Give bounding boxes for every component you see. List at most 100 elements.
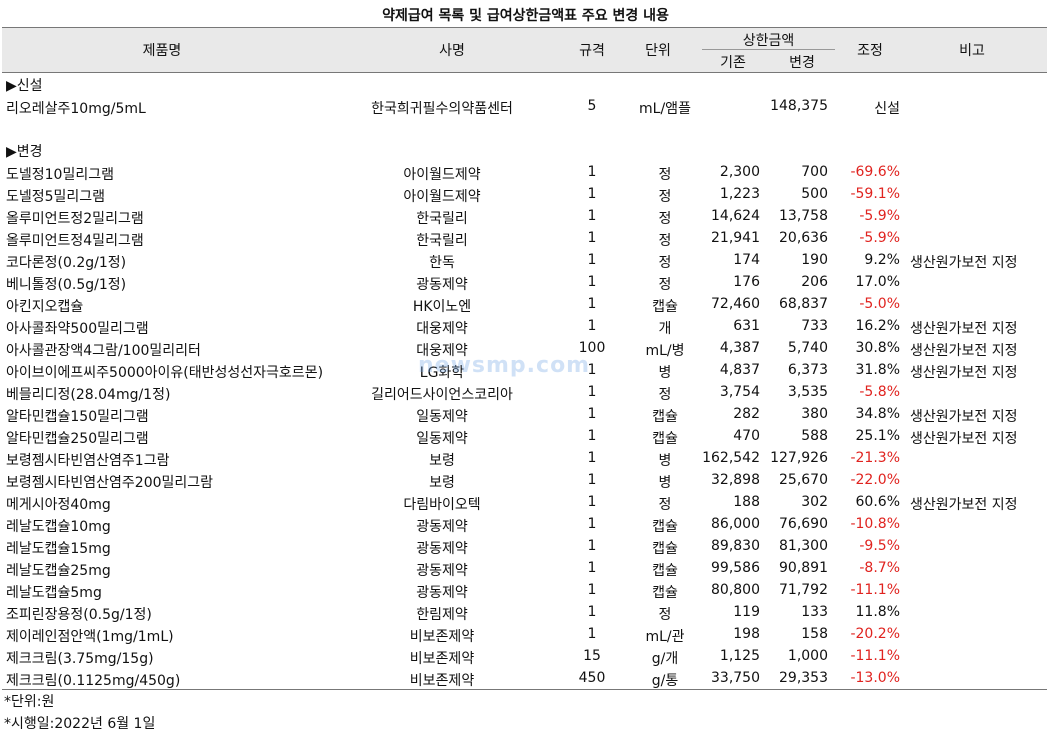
cell-spec: 1 bbox=[587, 626, 597, 642]
cell-old-price: 176 bbox=[733, 274, 760, 290]
table-row: 제크크림(3.75mg/15g) 비보존제약 15 g/개 1,125 1,000 -11.… bbox=[2, 646, 1047, 668]
cell-company: 길리어드사이언스코리아 bbox=[371, 387, 513, 403]
table-row: 코다론정(0.2g/1정) 한독 1 정 174 190 9.2% 생산원가보전 지정 bbox=[2, 250, 1047, 272]
cell-adjustment: 신설 bbox=[874, 101, 900, 117]
cell-product: 아사콜관장액4그람/100밀리리터 bbox=[6, 343, 201, 359]
cell-unit: 정 bbox=[658, 189, 672, 205]
cell-spec: 1 bbox=[587, 296, 597, 312]
cell-unit: 캡슐 bbox=[652, 541, 678, 557]
cell-note: 생산원가보전 지정 bbox=[910, 321, 1018, 337]
table-row: 리오레살주10mg/5mL 한국희귀필수의약품센터 5 mL/앰플 148,375 신설 bbox=[2, 96, 1047, 118]
cell-old-price: 162,542 bbox=[702, 450, 760, 466]
cell-product: 올루미언트정2밀리그램 bbox=[6, 211, 144, 227]
cell-old-price: 4,837 bbox=[719, 362, 760, 378]
cell-company: 비보존제약 bbox=[409, 629, 475, 645]
cell-spec: 1 bbox=[587, 274, 597, 290]
table-header: 제품명 사명 규격 단위 상한금액 기존 변경 조정 비고 bbox=[2, 27, 1047, 73]
cell-unit: 캡슐 bbox=[652, 563, 678, 579]
cell-spec: 1 bbox=[587, 604, 597, 620]
cell-company: 비보존제약 bbox=[409, 673, 475, 689]
cell-old-price: 80,800 bbox=[711, 582, 760, 598]
cell-spec: 1 bbox=[587, 186, 597, 202]
cell-product: 레날도캡슐25mg bbox=[6, 563, 111, 579]
cell-adjustment: -5.9% bbox=[859, 208, 900, 224]
cell-company: 광동제약 bbox=[416, 519, 468, 535]
cell-unit: 정 bbox=[658, 167, 672, 183]
cell-spec: 1 bbox=[587, 538, 597, 554]
cell-adjustment: -21.3% bbox=[850, 450, 900, 466]
header-old: 기존 bbox=[720, 55, 746, 71]
cell-spec: 1 bbox=[587, 428, 597, 444]
cell-new-price: 68,837 bbox=[779, 296, 828, 312]
cell-unit: 정 bbox=[658, 607, 672, 623]
header-note: 비고 bbox=[959, 43, 985, 59]
cell-old-price: 99,586 bbox=[711, 560, 760, 576]
table-row: 레날도캡슐25mg 광동제약 1 캡슐 99,586 90,891 -8.7% bbox=[2, 558, 1047, 580]
table-row: 올루미언트정2밀리그램 한국릴리 1 정 14,624 13,758 -5.9% bbox=[2, 206, 1047, 228]
cell-company: 한림제약 bbox=[416, 607, 468, 623]
cell-product: 레날도캡슐10mg bbox=[6, 519, 111, 535]
cell-company: 아이월드제약 bbox=[403, 167, 481, 183]
table-row: 레날도캡슐5mg 광동제약 1 캡슐 80,800 71,792 -11.1% bbox=[2, 580, 1047, 602]
cell-old-price: 32,898 bbox=[711, 472, 760, 488]
cell-product: 리오레살주10mg/5mL bbox=[6, 101, 146, 117]
cell-new-price: 25,670 bbox=[779, 472, 828, 488]
cell-product: 제이레인점안액(1mg/1mL) bbox=[6, 629, 174, 645]
cell-new-price: 90,891 bbox=[779, 560, 828, 576]
cell-old-price: 89,830 bbox=[711, 538, 760, 554]
table-row: 알타민캡슐150밀리그램 일동제약 1 캡슐 282 380 34.8% 생산원가보전 지정 bbox=[2, 404, 1047, 426]
cell-old-price: 470 bbox=[733, 428, 760, 444]
cell-product: 베니톨정(0.5g/1정) bbox=[6, 277, 127, 293]
table-row: 제크크림(0.1125mg/450g) 비보존제약 450 g/통 33,750 29,3… bbox=[2, 668, 1047, 690]
cell-new-price: 700 bbox=[801, 164, 828, 180]
cell-company: 비보존제약 bbox=[409, 651, 475, 667]
cell-adjustment: -10.8% bbox=[850, 516, 900, 532]
cell-old-price: 188 bbox=[733, 494, 760, 510]
cell-new-price: 29,353 bbox=[779, 670, 828, 686]
cell-old-price: 1,223 bbox=[719, 186, 760, 202]
cell-company: 광동제약 bbox=[416, 277, 468, 293]
table-row: 레날도캡슐15mg 광동제약 1 캡슐 89,830 81,300 -9.5% bbox=[2, 536, 1047, 558]
cell-new-price: 190 bbox=[801, 252, 828, 268]
cell-new-price: 20,636 bbox=[779, 230, 828, 246]
cell-company: 일동제약 bbox=[416, 431, 468, 447]
cell-old-price: 3,754 bbox=[719, 384, 760, 400]
table-row: 도넬정5밀리그램 아이월드제약 1 정 1,223 500 -59.1% bbox=[2, 184, 1047, 206]
cell-company: 한국희귀필수의약품센터 bbox=[371, 101, 513, 117]
cell-adjustment: 9.2% bbox=[864, 252, 900, 268]
cell-old-price: 4,387 bbox=[719, 340, 760, 356]
cell-spec: 1 bbox=[587, 516, 597, 532]
table-row: 베믈리디정(28.04mg/1정) 길리어드사이언스코리아 1 정 3,754 3,535… bbox=[2, 382, 1047, 404]
cell-old-price: 72,460 bbox=[711, 296, 760, 312]
cell-company: 한국릴리 bbox=[416, 233, 468, 249]
table-title: 약제급여 목록 및 급여상한금액표 주요 변경 내용 bbox=[382, 8, 669, 24]
cell-note: 생산원가보전 지정 bbox=[910, 255, 1018, 271]
cell-product: 메게시아정40mg bbox=[6, 497, 111, 513]
table-row: 보령젬시타빈염산염주200밀리그람 보령 1 병 32,898 25,670 -22.0% bbox=[2, 470, 1047, 492]
cell-unit: 정 bbox=[658, 255, 672, 271]
cell-product: 알타민캡슐150밀리그램 bbox=[6, 409, 149, 425]
section-changed: ▶변경 bbox=[6, 144, 43, 160]
cell-old-price: 14,624 bbox=[711, 208, 760, 224]
cell-old-price: 631 bbox=[733, 318, 760, 334]
cell-adjustment: 34.8% bbox=[855, 406, 900, 422]
cell-new-price: 127,926 bbox=[770, 450, 828, 466]
table-row: 올루미언트정4밀리그램 한국릴리 1 정 21,941 20,636 -5.9% bbox=[2, 228, 1047, 250]
cell-spec: 450 bbox=[578, 670, 606, 686]
header-spec: 규격 bbox=[579, 43, 605, 59]
cell-spec: 1 bbox=[587, 406, 597, 422]
cell-spec: 1 bbox=[587, 450, 597, 466]
cell-note: 생산원가보전 지정 bbox=[910, 431, 1018, 447]
header-company: 사명 bbox=[439, 43, 465, 59]
header-new: 변경 bbox=[789, 55, 815, 71]
header-divider bbox=[702, 49, 835, 50]
cell-unit: 정 bbox=[658, 233, 672, 249]
cell-adjustment: -69.6% bbox=[850, 164, 900, 180]
cell-spec: 1 bbox=[587, 164, 597, 180]
cell-unit: 병 bbox=[658, 475, 672, 491]
cell-company: 일동제약 bbox=[416, 409, 468, 425]
cell-old-price: 1,125 bbox=[719, 648, 760, 664]
cell-adjustment: 17.0% bbox=[855, 274, 900, 290]
watermark: newsmp.com bbox=[418, 353, 591, 378]
table-row: 알타민캡슐250밀리그램 일동제약 1 캡슐 470 588 25.1% 생산원가보전 지정 bbox=[2, 426, 1047, 448]
